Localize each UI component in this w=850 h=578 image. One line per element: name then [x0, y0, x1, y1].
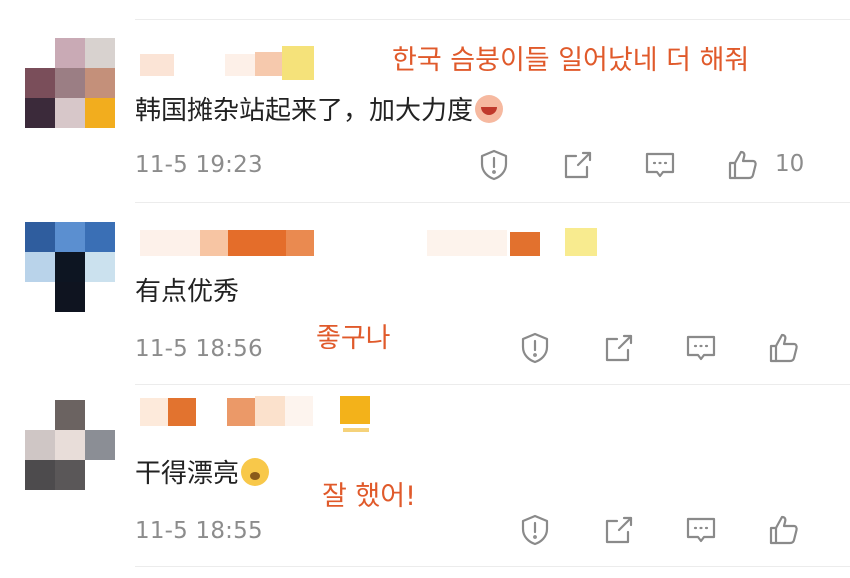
top-divider	[135, 19, 850, 20]
username-blurred[interactable]	[135, 44, 335, 80]
thumbs-up-icon	[728, 150, 757, 180]
reply-button[interactable]	[681, 510, 721, 550]
timestamp: 11-5 19:23	[135, 152, 263, 178]
like-button[interactable]	[723, 145, 763, 185]
like-button[interactable]	[764, 328, 804, 368]
avatar[interactable]	[25, 400, 115, 490]
thumbs-up-icon	[769, 333, 798, 363]
shield-exclamation-icon	[521, 332, 549, 364]
comment-text-body: 韩国摊杂站起来了，加大力度	[135, 96, 474, 126]
repost-button[interactable]	[599, 328, 639, 368]
comment-actions	[515, 510, 850, 550]
avatar[interactable]	[25, 222, 115, 312]
share-arrow-icon	[605, 334, 633, 362]
comment-text: 干得漂亮	[135, 458, 270, 490]
annotation-text: 좋구나	[316, 323, 391, 354]
avatar[interactable]	[25, 38, 115, 128]
reply-button[interactable]	[640, 145, 680, 185]
share-arrow-icon	[564, 151, 592, 179]
shield-exclamation-icon	[480, 149, 508, 181]
like-button[interactable]	[764, 510, 804, 550]
comment-divider	[135, 202, 850, 203]
comment-bubble-icon	[645, 152, 675, 178]
repost-button[interactable]	[599, 510, 639, 550]
username-blurred[interactable]	[135, 392, 375, 432]
shield-exclamation-icon	[521, 514, 549, 546]
username-blurred[interactable]	[135, 224, 605, 258]
share-arrow-icon	[605, 516, 633, 544]
comment-text: 有点优秀	[135, 277, 240, 307]
report-button[interactable]	[474, 145, 514, 185]
laugh-emoji-icon	[475, 95, 504, 123]
timestamp: 11-5 18:55	[135, 518, 263, 544]
like-count: 10	[775, 151, 805, 177]
annotation-text: 잘 했어!	[322, 481, 416, 512]
report-button[interactable]	[515, 510, 555, 550]
annotation-text: 한국 슴붕이들 일어났네 더 해줘	[392, 45, 750, 76]
comment-text-body: 干得漂亮	[135, 459, 240, 489]
timestamp: 11-5 18:56	[135, 336, 263, 362]
comment-bubble-icon	[686, 335, 716, 361]
repost-button[interactable]	[558, 145, 598, 185]
comment-actions: 10	[480, 145, 850, 185]
comment-divider	[135, 566, 850, 567]
thumbs-up-icon	[769, 515, 798, 545]
comment-bubble-icon	[686, 517, 716, 543]
reply-button[interactable]	[681, 328, 721, 368]
comment-text: 韩国摊杂站起来了，加大力度	[135, 95, 504, 127]
wow-emoji-icon	[241, 458, 270, 486]
comment-actions	[515, 328, 850, 368]
report-button[interactable]	[515, 328, 555, 368]
comment-divider	[135, 384, 850, 385]
